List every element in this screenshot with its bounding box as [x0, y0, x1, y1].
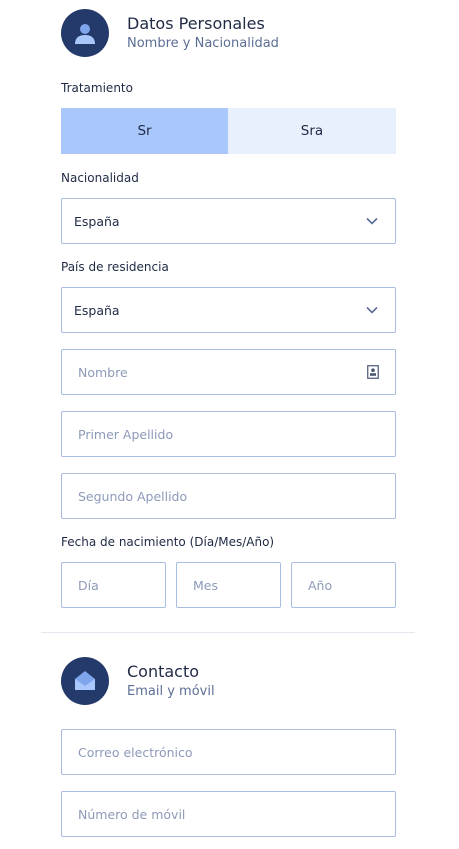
residence-label: País de residencia [61, 260, 169, 274]
residence-select[interactable]: España [61, 287, 396, 333]
first-surname-placeholder: Primer Apellido [78, 426, 174, 442]
birth-year-placeholder: Año [308, 577, 333, 593]
phone-field[interactable]: Número de móvil [61, 791, 396, 837]
user-badge-icon [61, 9, 109, 57]
email-field[interactable]: Correo electrónico [61, 729, 396, 775]
email-placeholder: Correo electrónico [78, 744, 193, 760]
contact-section-title: Contacto [127, 662, 200, 681]
chevron-down-icon [366, 306, 378, 314]
treatment-option-sr-label: Sr [137, 123, 152, 139]
contact-section-subtitle: Email y móvil [127, 684, 215, 699]
personal-section-title: Datos Personales [127, 14, 265, 33]
personal-section-subtitle: Nombre y Nacionalidad [127, 36, 279, 51]
first-surname-field[interactable]: Primer Apellido [61, 411, 396, 457]
envelope-icon [61, 657, 109, 705]
name-field[interactable]: Nombre [61, 349, 396, 395]
birth-month-field[interactable]: Mes [176, 562, 281, 608]
treatment-option-sr[interactable]: Sr [61, 108, 228, 154]
contact-card-icon [367, 365, 379, 379]
birth-month-placeholder: Mes [193, 577, 218, 593]
nationality-value: España [74, 213, 120, 229]
name-placeholder: Nombre [78, 364, 128, 380]
treatment-option-sra-label: Sra [300, 123, 324, 139]
treatment-label: Tratamiento [61, 81, 133, 95]
birthdate-label: Fecha de nacimiento (Día/Mes/Año) [61, 535, 275, 549]
phone-placeholder: Número de móvil [78, 806, 186, 822]
nationality-label: Nacionalidad [61, 171, 139, 185]
nationality-select[interactable]: España [61, 198, 396, 244]
birth-day-placeholder: Día [78, 577, 99, 593]
chevron-down-icon [366, 217, 378, 225]
second-surname-placeholder: Segundo Apellido [78, 488, 188, 504]
birth-day-field[interactable]: Día [61, 562, 166, 608]
birth-year-field[interactable]: Año [291, 562, 396, 608]
section-divider [41, 632, 415, 633]
residence-value: España [74, 302, 120, 318]
treatment-option-sra[interactable]: Sra [228, 108, 396, 154]
second-surname-field[interactable]: Segundo Apellido [61, 473, 396, 519]
